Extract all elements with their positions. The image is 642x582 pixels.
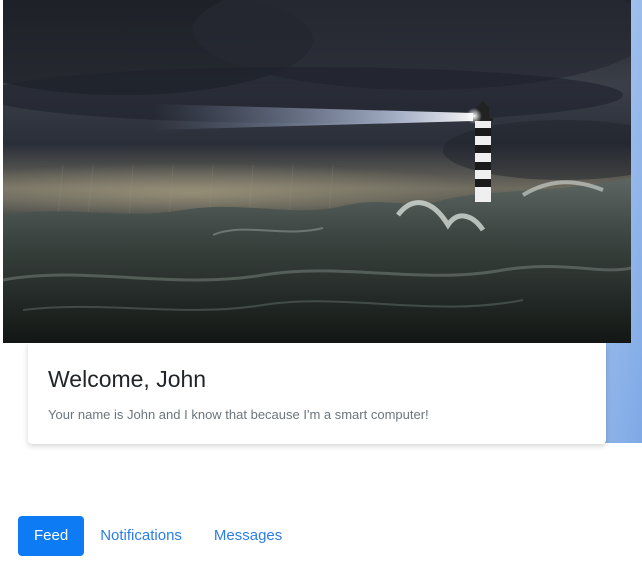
welcome-title: Welcome, John — [48, 366, 207, 392]
tab-messages[interactable]: Messages — [198, 516, 298, 556]
nav-pills: Feed Notifications Messages — [18, 516, 298, 556]
page: Welcome, John Your name is John and I kn… — [0, 0, 642, 582]
tab-feed[interactable]: Feed — [18, 516, 85, 556]
welcome-card: Welcome, John Your name is John and I kn… — [28, 343, 606, 444]
tab-notifications[interactable]: Notifications — [84, 516, 198, 556]
welcome-text: Your name is John and I know that becaus… — [48, 407, 429, 422]
hero-image-lighthouse-storm — [3, 0, 631, 343]
